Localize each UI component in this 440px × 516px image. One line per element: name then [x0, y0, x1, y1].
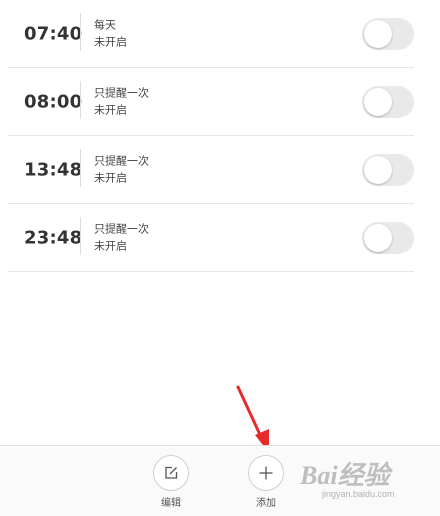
row-divider — [80, 149, 81, 187]
alarm-toggle[interactable] — [362, 153, 414, 186]
edit-icon — [165, 466, 178, 479]
row-divider — [80, 13, 81, 51]
alarm-toggle[interactable] — [362, 221, 414, 254]
alarm-info: 每天 未开启 — [94, 17, 127, 50]
alarm-row-1348[interactable]: 13:48 只提醒一次 未开启 — [8, 136, 414, 204]
edit-button[interactable]: 编辑 — [146, 455, 196, 509]
alarm-row-0740[interactable]: 07:40 每天 未开启 — [8, 0, 414, 68]
alarm-info: 只提醒一次 未开启 — [94, 153, 149, 186]
alarm-status: 未开启 — [94, 239, 127, 252]
add-icon-circle — [248, 455, 284, 491]
alarm-time: 07:40 — [24, 23, 83, 44]
edit-label: 编辑 — [161, 498, 181, 509]
alarm-list: 07:40 每天 未开启 08:00 只提醒一次 未开启 13:48 只提醒一次… — [0, 0, 440, 272]
watermark-url: jingyan.baidu.com — [322, 489, 395, 499]
row-divider — [80, 81, 81, 119]
alarm-toggle[interactable] — [362, 85, 414, 118]
alarm-repeat: 只提醒一次 — [94, 86, 149, 99]
alarm-time: 08:00 — [24, 91, 83, 112]
alarm-time: 13:48 — [24, 159, 83, 180]
edit-icon-circle — [153, 455, 189, 491]
alarm-info: 只提醒一次 未开启 — [94, 221, 149, 254]
toggle-knob — [364, 87, 392, 116]
alarm-status: 未开启 — [94, 103, 127, 116]
toggle-knob — [364, 19, 392, 48]
alarm-toggle[interactable] — [362, 17, 414, 50]
alarm-info: 只提醒一次 未开启 — [94, 85, 149, 118]
plus-icon — [259, 466, 273, 480]
alarm-status: 未开启 — [94, 171, 127, 184]
alarm-repeat: 每天 — [94, 18, 116, 31]
baidu-jingyan-watermark: Bai经验 jingyan.baidu.com — [300, 455, 440, 515]
watermark-brand: Bai经验 — [300, 461, 390, 490]
add-label: 添加 — [256, 498, 276, 509]
alarm-row-2348[interactable]: 23:48 只提醒一次 未开启 — [8, 204, 414, 272]
alarm-repeat: 只提醒一次 — [94, 222, 149, 235]
alarm-repeat: 只提醒一次 — [94, 154, 149, 167]
row-divider — [80, 217, 81, 255]
alarm-status: 未开启 — [94, 35, 127, 48]
toggle-knob — [364, 155, 392, 184]
toggle-knob — [364, 223, 392, 252]
alarm-row-0800[interactable]: 08:00 只提醒一次 未开启 — [8, 68, 414, 136]
add-button[interactable]: 添加 — [241, 455, 291, 509]
alarm-time: 23:48 — [24, 227, 83, 248]
